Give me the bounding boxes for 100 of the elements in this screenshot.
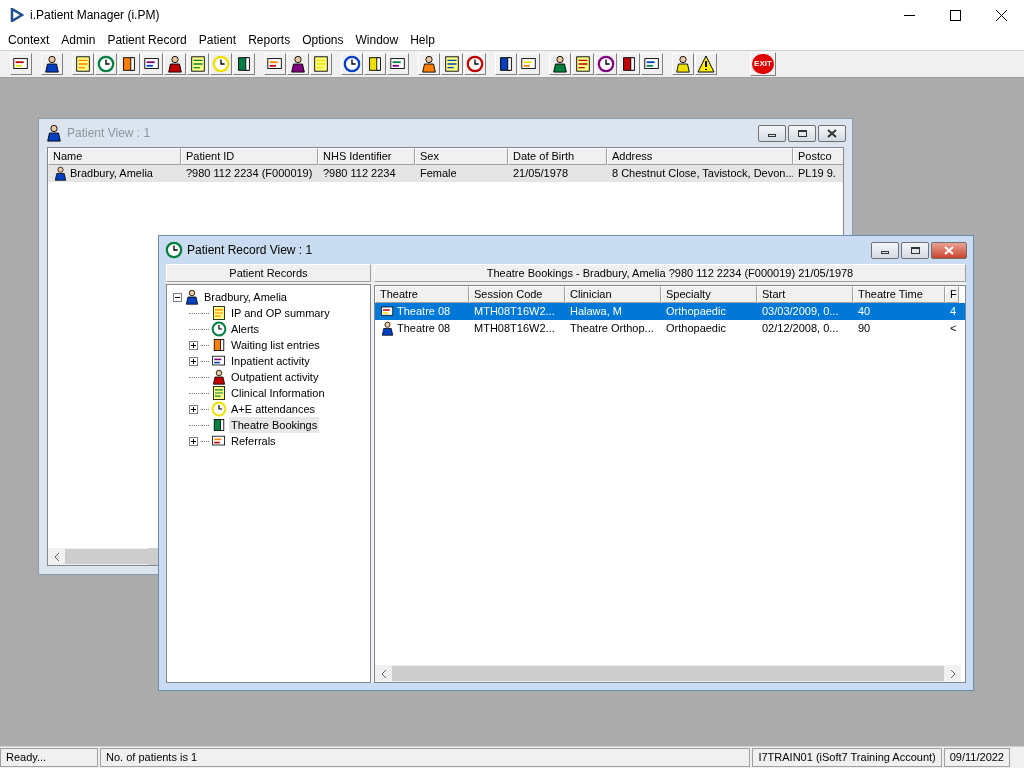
- toolbar-button[interactable]: [10, 53, 32, 75]
- column-header[interactable]: Clinician: [565, 286, 661, 303]
- minimize-button[interactable]: [871, 241, 899, 259]
- expand-toggle[interactable]: [189, 404, 198, 414]
- toolbar-button[interactable]: [164, 53, 186, 75]
- app-logo-icon: [10, 8, 24, 22]
- column-header[interactable]: Specialty: [661, 286, 757, 303]
- menu-item[interactable]: Reports: [242, 31, 297, 49]
- exit-button[interactable]: EXIT: [750, 52, 776, 76]
- toolbar-button[interactable]: [572, 53, 594, 75]
- toolbar-button[interactable]: [695, 53, 717, 75]
- book-icon: [120, 55, 138, 73]
- column-header[interactable]: Address: [607, 148, 793, 165]
- table-row[interactable]: Bradbury, Amelia ?980 112 2234 (F000019) ?980 112 2234 Female 21/05/1978 8 Chestnut Close, Tavistock, Devon... PL19 9.: [48, 165, 843, 182]
- maximize-button[interactable]: [901, 241, 929, 259]
- toolbar-button[interactable]: [95, 53, 117, 75]
- column-header[interactable]: Date of Birth: [508, 148, 607, 165]
- toolbar-button[interactable]: [233, 53, 255, 75]
- toolbar-button[interactable]: [364, 53, 386, 75]
- tree-item[interactable]: Theatre Bookings: [229, 416, 320, 434]
- table-cell-text: PL19 9.: [798, 166, 836, 182]
- tree-item[interactable]: Alerts: [229, 320, 262, 338]
- tree-item[interactable]: A+E attendances: [229, 400, 318, 418]
- clock-icon: [212, 55, 230, 73]
- table-row[interactable]: Theatre 08 MTH08T16W2... Halawa, M Orthopaedic 03/03/2009, 0... 40 4: [375, 303, 965, 320]
- column-header[interactable]: Session Code: [469, 286, 565, 303]
- toolbar-button[interactable]: [264, 53, 286, 75]
- book-icon: [211, 337, 227, 353]
- column-header[interactable]: Theatre: [375, 286, 469, 303]
- collapse-toggle[interactable]: [173, 292, 182, 302]
- menu-item[interactable]: Admin: [55, 31, 102, 49]
- note-icon: [189, 55, 207, 73]
- menu-item[interactable]: Options: [296, 31, 350, 49]
- menu-item[interactable]: Context: [2, 31, 56, 49]
- column-header[interactable]: Theatre Time: [853, 286, 945, 303]
- column-header[interactable]: Name: [48, 148, 181, 165]
- toolbar-button[interactable]: [595, 53, 617, 75]
- person-icon: [289, 55, 307, 73]
- minimize-button[interactable]: [758, 124, 786, 142]
- column-header[interactable]: Patient ID: [181, 148, 318, 165]
- horizontal-scrollbar[interactable]: [375, 665, 961, 682]
- expand-toggle[interactable]: [189, 436, 198, 446]
- table-cell-text: Orthopaedic: [666, 304, 726, 320]
- close-button[interactable]: [818, 124, 846, 142]
- table-cell-text: <: [950, 321, 957, 337]
- toolbar-button[interactable]: [210, 53, 232, 75]
- clock-icon: [466, 55, 484, 73]
- close-icon: [995, 9, 1007, 21]
- expand-toggle[interactable]: [189, 340, 198, 350]
- menu-item[interactable]: Patient: [192, 31, 243, 49]
- menu-item[interactable]: Window: [349, 31, 405, 49]
- toolbar-button[interactable]: [287, 53, 309, 75]
- clock-icon: [165, 241, 183, 259]
- toolbar-button[interactable]: [310, 53, 332, 75]
- toolbar-button[interactable]: [441, 53, 463, 75]
- toolbar-button[interactable]: [518, 53, 540, 75]
- tree-item[interactable]: Referrals: [229, 432, 278, 450]
- toolbar-button[interactable]: [641, 53, 663, 75]
- toolbar-button[interactable]: [387, 53, 409, 75]
- person-icon: [166, 55, 184, 73]
- toolbar-button[interactable]: [618, 53, 640, 75]
- toolbar-button[interactable]: [141, 53, 163, 75]
- table-cell-text: Female: [420, 166, 457, 182]
- column-header[interactable]: Start: [757, 286, 853, 303]
- tree-item[interactable]: IP and OP summary: [229, 304, 332, 322]
- toolbar-button[interactable]: [549, 53, 571, 75]
- pane-header: Theatre Bookings - Bradbury, Amelia ?980 112 2234 (F000019) 21/05/1978: [374, 264, 966, 282]
- table-cell-text: 90: [858, 321, 871, 337]
- toolbar-button[interactable]: [672, 53, 694, 75]
- close-icon: [827, 128, 837, 138]
- toolbar-button[interactable]: [341, 53, 363, 75]
- column-header[interactable]: NHS Identifier: [318, 148, 415, 165]
- tree-item[interactable]: Bradbury, Amelia: [202, 288, 289, 306]
- clock-icon: [97, 55, 115, 73]
- toolbar-button[interactable]: [72, 53, 94, 75]
- menu-item[interactable]: Patient Record: [101, 31, 193, 49]
- toolbar-button[interactable]: [495, 53, 517, 75]
- maximize-button[interactable]: [788, 124, 816, 142]
- tree-item[interactable]: Waiting list entries: [229, 336, 322, 354]
- column-header[interactable]: Sex: [415, 148, 508, 165]
- toolbar-button[interactable]: [418, 53, 440, 75]
- tree-item[interactable]: Clinical Information: [229, 384, 327, 402]
- person-icon: [211, 369, 227, 385]
- toolbar-button[interactable]: [41, 53, 63, 75]
- tree-item[interactable]: Inpatient activity: [229, 352, 312, 370]
- toolbar-button[interactable]: [464, 53, 486, 75]
- toolbar-button[interactable]: [118, 53, 140, 75]
- note-icon: [443, 55, 461, 73]
- horizontal-scrollbar[interactable]: [48, 548, 148, 565]
- close-button[interactable]: [931, 241, 967, 259]
- table-cell-text: Halawa, M: [570, 304, 622, 320]
- column-header[interactable]: F: [945, 286, 959, 303]
- tree-item[interactable]: Outpatient activity: [229, 368, 321, 386]
- table-cell-text: MTH08T16W2...: [474, 304, 555, 320]
- book-icon: [235, 55, 253, 73]
- menu-item[interactable]: Help: [404, 31, 441, 49]
- book-icon: [620, 55, 638, 73]
- toolbar-button[interactable]: [187, 53, 209, 75]
- expand-toggle[interactable]: [189, 356, 198, 366]
- column-header[interactable]: Postco: [793, 148, 843, 165]
